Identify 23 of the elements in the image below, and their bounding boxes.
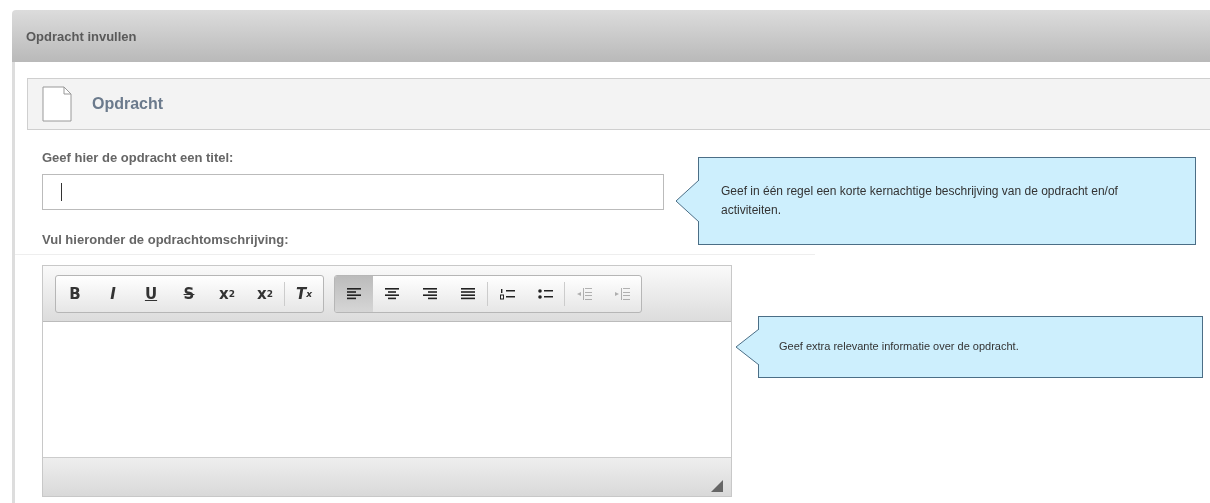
field-label: Geef hier de opdracht een titel: [42, 150, 235, 165]
bold-button[interactable]: B [56, 275, 94, 312]
superscript-button[interactable]: x$^{2}$ [246, 275, 284, 312]
document-icon [42, 86, 72, 122]
align-center-icon [385, 287, 399, 300]
title-input[interactable] [42, 174, 664, 210]
justify-icon [461, 287, 475, 300]
resize-grip-icon[interactable] [711, 480, 723, 492]
bulleted-list-icon [537, 287, 553, 300]
panel-title: Opdracht invullen [26, 28, 137, 44]
align-left-button[interactable] [335, 275, 373, 312]
underline-button[interactable]: U [132, 275, 170, 312]
indent-icon [614, 287, 630, 300]
outdent-icon [576, 287, 592, 300]
section-title: Opdracht [92, 95, 164, 113]
hint-text: Geef in één regel een korte kernachtige beschrijving van de opdracht en/of activiteiten. [721, 183, 1119, 219]
numbered-list-icon [499, 287, 515, 300]
hint-text: Geef extra relevante informatie over de opdracht. [779, 339, 1019, 355]
align-right-icon [423, 287, 437, 300]
align-left-icon [347, 287, 361, 300]
strike-button[interactable]: S [170, 275, 208, 312]
italic-button[interactable]: I [94, 275, 132, 312]
field-label: Vul hieronder de opdrachtomschrijving: [42, 232, 290, 247]
